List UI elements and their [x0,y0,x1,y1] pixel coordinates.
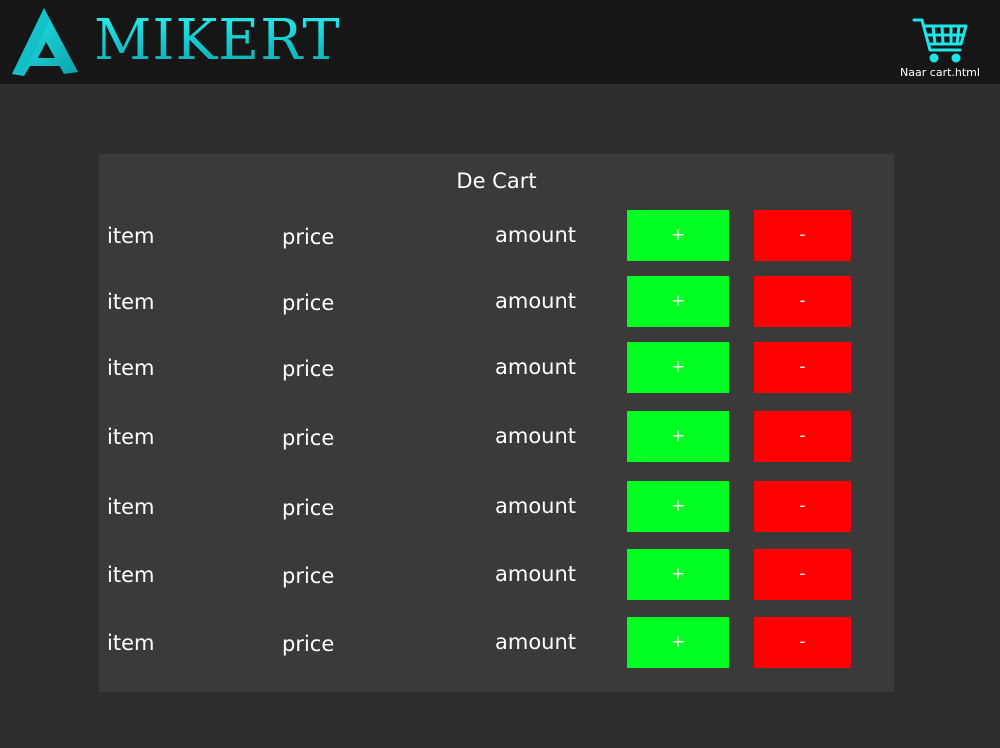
header: MIKERT Naar cart.html [0,0,1000,84]
decrease-button[interactable]: - [754,549,851,600]
cart-link-label[interactable]: Naar cart.html [892,66,988,80]
item-amount: amount [495,424,577,448]
decrease-button[interactable]: - [754,342,851,393]
item-amount: amount [495,223,577,247]
decrease-button[interactable]: - [754,276,851,327]
item-name: item [107,563,155,587]
increase-button[interactable]: + [627,342,729,393]
item-price: price [282,564,335,588]
item-amount: amount [495,562,577,586]
cart-title: De Cart [456,169,537,193]
item-name: item [107,290,155,314]
item-price: price [282,496,335,520]
item-name: item [107,495,155,519]
item-name: item [107,356,155,380]
cart-row: item price amount + - [99,276,894,327]
increase-button[interactable]: + [627,549,729,600]
item-amount: amount [495,494,577,518]
cart-row: item price amount + - [99,210,894,261]
cart-row: item price amount + - [99,411,894,462]
item-price: price [282,426,335,450]
decrease-button[interactable]: - [754,411,851,462]
increase-button[interactable]: + [627,276,729,327]
increase-button[interactable]: + [627,481,729,532]
increase-button[interactable]: + [627,617,729,668]
item-name: item [107,631,155,655]
shopping-cart-icon [912,18,968,63]
item-name: item [107,425,155,449]
item-price: price [282,225,335,249]
cart-panel: De Cart item price amount + - item price… [99,154,894,692]
item-price: price [282,632,335,656]
cart-row: item price amount + - [99,481,894,532]
cart-row: item price amount + - [99,342,894,393]
item-amount: amount [495,355,577,379]
cart-row: item price amount + - [99,549,894,600]
item-name: item [107,224,155,248]
brand-name: MIKERT [94,8,341,73]
item-amount: amount [495,630,577,654]
decrease-button[interactable]: - [754,617,851,668]
increase-button[interactable]: + [627,411,729,462]
item-amount: amount [495,289,577,313]
cart-row: item price amount + - [99,617,894,668]
item-price: price [282,291,335,315]
item-price: price [282,357,335,381]
decrease-button[interactable]: - [754,210,851,261]
triangle-logo-icon [12,8,78,76]
increase-button[interactable]: + [627,210,729,261]
decrease-button[interactable]: - [754,481,851,532]
cart-link[interactable]: Naar cart.html [892,14,988,82]
